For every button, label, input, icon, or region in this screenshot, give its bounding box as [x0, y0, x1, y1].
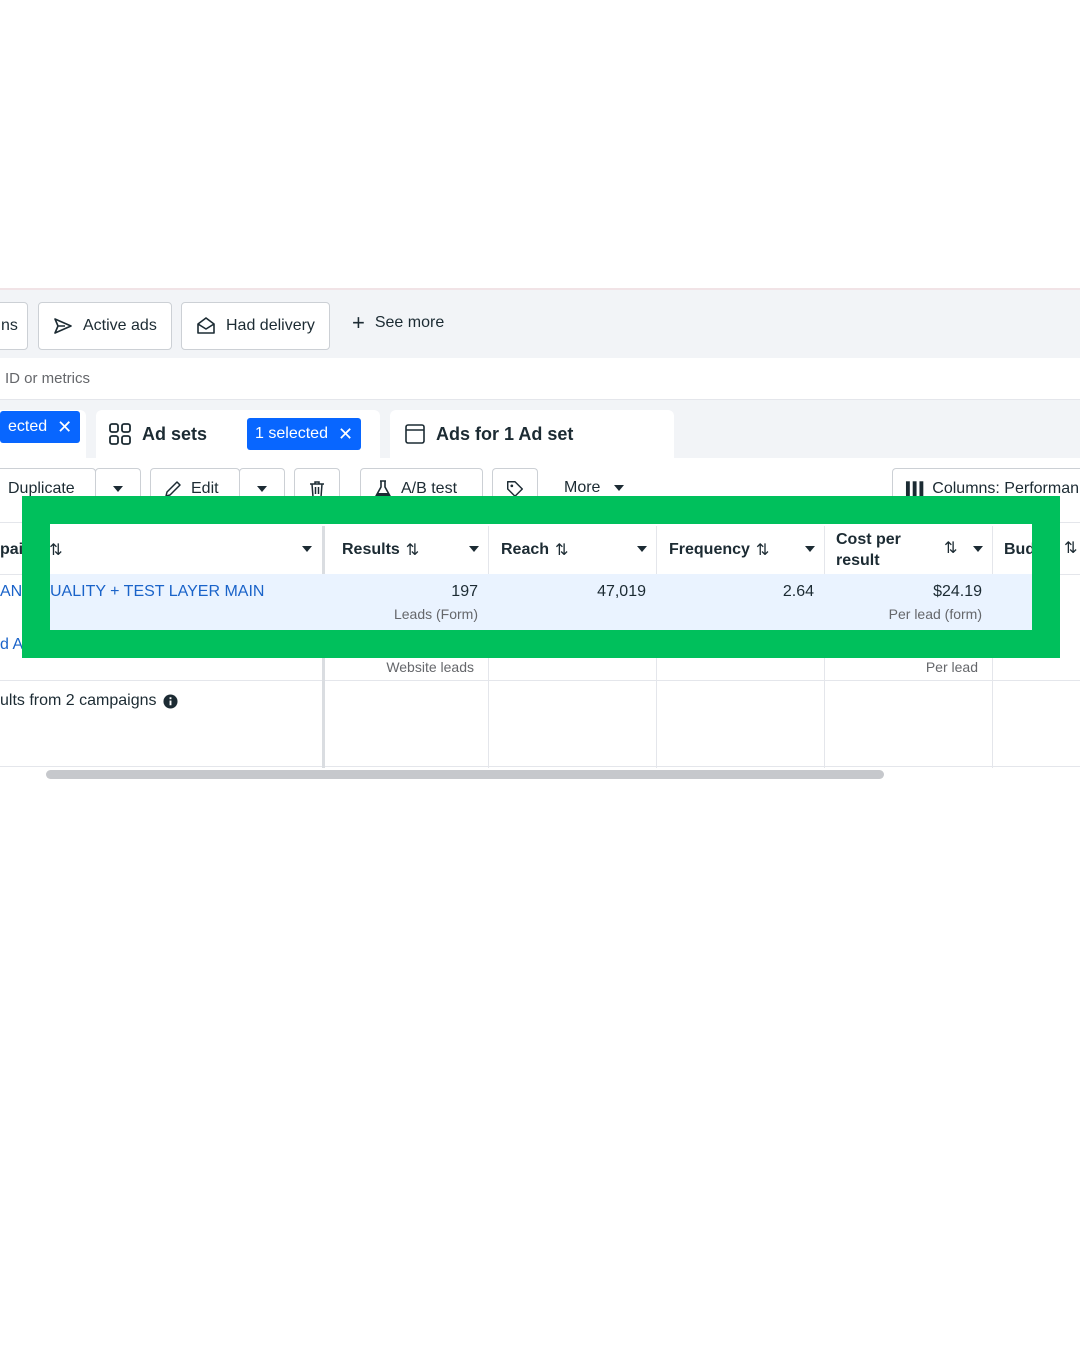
campaigns-selected-label: ected — [8, 418, 48, 435]
ad-sets-tab-label: Ad sets — [142, 423, 208, 444]
active-ads-filter-button[interactable]: Active ads — [38, 302, 172, 350]
had-delivery-label: Had delivery — [226, 317, 315, 334]
table-bottom-border — [0, 766, 1080, 767]
duplicate-label: Duplicate — [8, 479, 75, 497]
grid-icon — [109, 423, 131, 445]
campaigns-selected-pill[interactable]: ected ✕ — [0, 411, 81, 443]
tab-ad-sets[interactable]: Ad sets 1 selected ✕ — [96, 410, 380, 458]
results-summary-label: ults from 2 campaigns — [0, 692, 157, 709]
results-summary: ults from 2 campaigns — [0, 692, 178, 710]
info-icon[interactable] — [162, 693, 178, 709]
columns-icon — [905, 480, 924, 497]
see-more-button[interactable]: + See more — [352, 312, 444, 334]
send-icon — [54, 318, 72, 334]
filter-chip-partial[interactable]: ns — [0, 302, 28, 350]
search-placeholder: ID or metrics — [5, 370, 91, 387]
ad-sets-selected-label: 1 selected — [255, 425, 328, 442]
more-label: More — [564, 479, 601, 496]
ad-frame-icon — [405, 424, 425, 444]
had-delivery-filter-button[interactable]: Had delivery — [181, 302, 330, 350]
envelope-open-icon — [197, 317, 215, 334]
tab-ads[interactable]: Ads for 1 Ad set — [390, 410, 674, 458]
columns-label: Columns: Performan — [932, 479, 1079, 497]
ads-tab-label: Ads for 1 Ad set — [436, 423, 574, 444]
ad-sets-selected-pill[interactable]: 1 selected ✕ — [247, 418, 362, 450]
header-name-label: pai — [0, 541, 24, 558]
edit-label: Edit — [191, 479, 219, 497]
tabs-row: ected ✕ Ad sets 1 selected ✕ Ads for 1 A… — [0, 400, 1080, 458]
cost-sub-label: Per lead — [925, 659, 978, 675]
filter-bar: ns Active ads Had delivery + See more — [0, 288, 1080, 358]
search-input[interactable]: ID or metrics — [0, 358, 1080, 400]
ab-test-label: A/B test — [401, 479, 458, 497]
see-more-label: See more — [374, 314, 445, 331]
row-name-fragment[interactable]: AN — [0, 583, 22, 601]
row-name-fragment[interactable]: d A — [0, 636, 23, 654]
chevron-down-icon — [257, 485, 267, 492]
chevron-down-icon — [614, 485, 625, 491]
results-sub-label: Website leads — [386, 659, 474, 675]
plus-icon: + — [352, 310, 365, 335]
row-divider — [0, 680, 1080, 681]
close-icon[interactable]: ✕ — [338, 425, 353, 443]
active-ads-label: Active ads — [83, 317, 157, 334]
toolbar: Duplicate Edit A/B test More Columns: Pe… — [0, 458, 1080, 508]
highlight-box — [22, 496, 1060, 658]
horizontal-scrollbar[interactable] — [46, 770, 884, 779]
chevron-down-icon — [113, 485, 123, 492]
sort-icon[interactable]: ⇅ — [1064, 538, 1077, 558]
tab-campaigns[interactable]: ected ✕ — [0, 410, 86, 458]
filter-chip-label: ns — [1, 317, 18, 334]
close-icon[interactable]: ✕ — [57, 418, 72, 436]
